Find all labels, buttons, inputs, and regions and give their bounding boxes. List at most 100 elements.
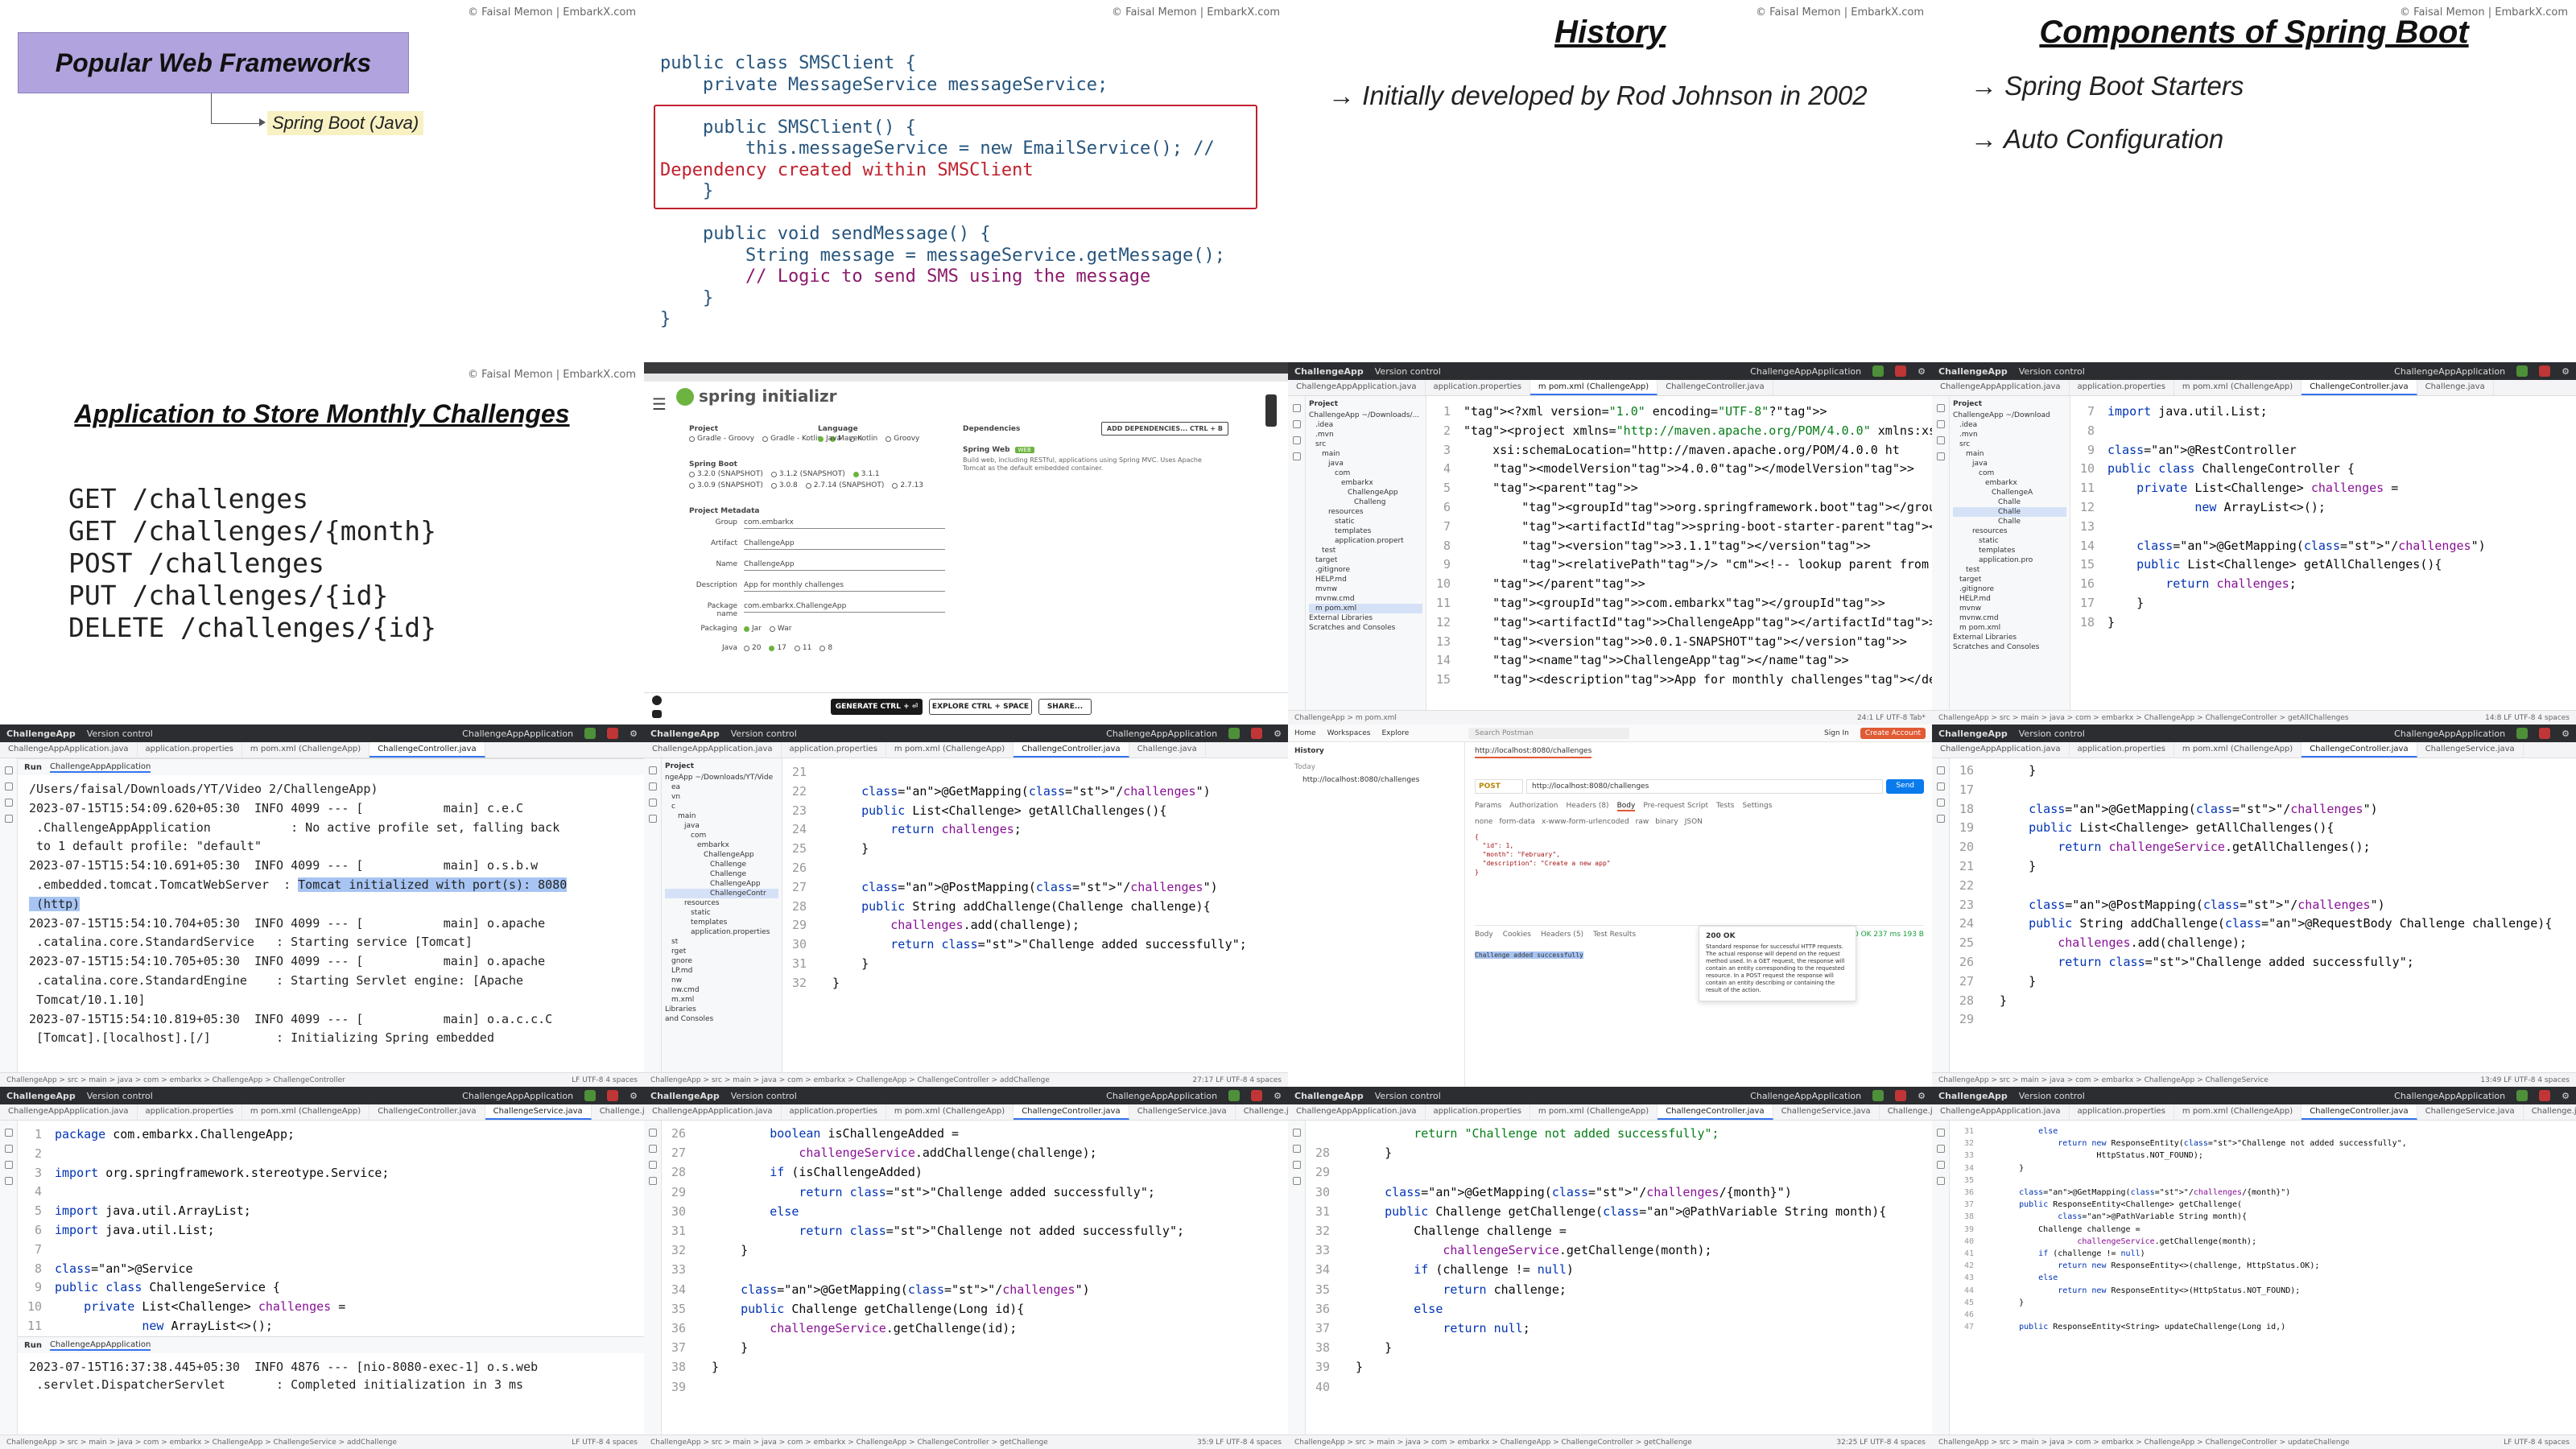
stop-icon[interactable] [1251, 728, 1263, 739]
editor-tab[interactable]: ChallengeController.java [1013, 1104, 1129, 1120]
editor-tab[interactable]: application.properties [782, 1104, 886, 1120]
editor-tab[interactable]: ChallengeAppApplication.java [644, 742, 782, 758]
run-tab[interactable]: ChallengeAppApplication [49, 1340, 151, 1351]
tree-node[interactable]: java [665, 821, 778, 831]
method-select[interactable]: POST [1475, 779, 1523, 794]
field-input[interactable]: ChallengeApp [744, 560, 945, 571]
run-config-select[interactable]: ChallengeAppApplication [1106, 1091, 1217, 1101]
tool-window-icon[interactable] [1292, 420, 1301, 428]
editor-tab[interactable]: m pom.xml (ChallengeApp) [1530, 1104, 1658, 1120]
radio-option[interactable]: 3.2.0 (SNAPSHOT) [689, 470, 763, 478]
tree-node[interactable]: ChallengeA [1953, 488, 2066, 497]
tree-node[interactable]: gnore [665, 956, 778, 966]
settings-icon[interactable]: ⚙ [630, 729, 638, 739]
tree-node[interactable]: m pom.xml [1953, 623, 2066, 633]
stop-icon[interactable] [1895, 365, 1907, 377]
editor-tab[interactable]: ChallengeAppApplication.java [1932, 742, 2070, 758]
tree-node[interactable]: .gitignore [1953, 584, 2066, 594]
tree-node[interactable]: Challeng [1309, 497, 1422, 507]
project-name[interactable]: ChallengeApp [1938, 729, 2008, 739]
search-input[interactable]: Search Postman [1468, 727, 1630, 739]
run-icon[interactable] [1228, 728, 1241, 739]
tree-node[interactable]: test [1309, 546, 1422, 555]
settings-icon[interactable]: ⚙ [1274, 729, 1282, 739]
editor-tab[interactable]: ChallengeService.java [1129, 1104, 1236, 1120]
editor-tab[interactable]: m pom.xml (ChallengeApp) [242, 1104, 370, 1120]
tree-node[interactable]: resources [665, 898, 778, 908]
project-name[interactable]: ChallengeApp [1294, 366, 1364, 377]
history-tab[interactable]: History [1294, 747, 1458, 755]
request-subtab[interactable]: Settings [1742, 802, 1772, 811]
code-editor[interactable]: 16 17 18 19 20 21 22 23 24 25 26 27 28 29 } class="an… [1950, 758, 2576, 1072]
editor-tab[interactable]: m pom.xml (ChallengeApp) [1530, 380, 1658, 395]
tree-node[interactable]: main [1309, 449, 1422, 459]
editor-tab[interactable]: ChallengeController.java [2301, 742, 2417, 758]
settings-icon[interactable]: ⚙ [630, 1091, 638, 1101]
response-tab[interactable]: Cookies [1503, 931, 1531, 939]
project-name[interactable]: ChallengeApp [650, 729, 720, 739]
run-icon[interactable] [2516, 365, 2529, 377]
tree-node[interactable]: static [1309, 517, 1422, 526]
tool-window-icon[interactable] [1292, 1145, 1301, 1153]
tool-window-icon[interactable] [1936, 782, 1945, 791]
stop-icon[interactable] [607, 1090, 619, 1101]
tool-window-icon[interactable] [1292, 1129, 1301, 1137]
editor-tab[interactable]: ChallengeAppApplication.java [0, 1104, 138, 1120]
response-tab[interactable]: Body [1475, 931, 1493, 939]
tool-window-icon[interactable] [1936, 815, 1945, 823]
tree-node[interactable]: ea [665, 782, 778, 792]
run-config-select[interactable]: ChallengeAppApplication [2394, 1091, 2505, 1101]
request-subtab[interactable]: Authorization [1509, 802, 1558, 811]
tree-node[interactable]: Challenge [665, 860, 778, 869]
version-control-menu[interactable]: Version control [2019, 1091, 2085, 1101]
editor-tab[interactable]: m pom.xml (ChallengeApp) [242, 742, 370, 758]
project-name[interactable]: ChallengeApp [1938, 366, 2008, 377]
field-input[interactable]: com.embarkx.ChallengeApp [744, 602, 945, 613]
tree-node[interactable]: ChallengeApp ~/Download [1953, 411, 2066, 420]
code-editor[interactable]: 26 27 28 29 30 31 32 33 34 35 36 37 38 39 boolean isC… [662, 1121, 1288, 1435]
tool-window-icon[interactable] [4, 1129, 13, 1137]
tree-node[interactable]: Challe [1953, 497, 2066, 507]
editor-tab[interactable]: Challenge.java [2524, 1104, 2576, 1120]
tree-node[interactable]: Challe [1953, 517, 2066, 526]
tree-node[interactable]: application.pro [1953, 555, 2066, 565]
tool-window-icon[interactable] [1936, 799, 1945, 807]
editor-tab[interactable]: Challenge.java [2417, 380, 2494, 395]
tree-node[interactable]: .idea [1953, 420, 2066, 430]
tool-window-icon[interactable] [4, 782, 13, 791]
radio-option[interactable]: 3.0.9 (SNAPSHOT) [689, 481, 763, 489]
tool-window-icon[interactable] [1292, 404, 1301, 412]
editor-tab[interactable]: application.properties [138, 1104, 242, 1120]
radio-option[interactable]: Gradle - Groovy [689, 435, 754, 443]
code-editor[interactable]: 1 2 3 4 5 6 7 8 9 10 11 12 13 14 15 "tag"><?xml version… [1426, 396, 1932, 710]
tree-node[interactable]: .idea [1309, 420, 1422, 430]
radio-option[interactable]: 17 [769, 644, 786, 652]
code-editor[interactable]: 7 8 9 10 11 12 13 14 15 16 17 18 import java.util.Li… [2070, 396, 2576, 710]
run-config-select[interactable]: ChallengeAppApplication [462, 1091, 573, 1101]
body-option[interactable]: none [1475, 818, 1492, 826]
create-account-button[interactable]: Create Account [1860, 727, 1926, 739]
editor-tab[interactable]: m pom.xml (ChallengeApp) [2174, 742, 2302, 758]
editor-tab[interactable]: ChallengeController.java [369, 742, 485, 758]
tree-node[interactable]: nw [665, 976, 778, 985]
editor-tab[interactable]: Challenge.java [1236, 1104, 1288, 1120]
version-control-menu[interactable]: Version control [731, 1091, 797, 1101]
tool-window-icon[interactable] [648, 766, 657, 774]
sign-in-link[interactable]: Sign In [1824, 729, 1849, 737]
editor-tab[interactable]: application.properties [2070, 1104, 2174, 1120]
tool-window-icon[interactable] [648, 815, 657, 823]
twitter-icon[interactable] [652, 710, 662, 718]
request-subtab[interactable]: Headers (8) [1567, 802, 1609, 811]
radio-option[interactable]: Jar [744, 625, 762, 633]
run-icon[interactable] [1872, 1090, 1885, 1101]
generate-button[interactable]: GENERATE CTRL + ⏎ [831, 699, 923, 715]
tree-node[interactable]: src [1953, 440, 2066, 449]
tool-window-icon[interactable] [4, 1161, 13, 1169]
project-name[interactable]: ChallengeApp [6, 1091, 76, 1101]
editor-tab[interactable]: ChallengeService.java [485, 1104, 592, 1120]
code-editor[interactable]: 21 22 23 24 25 26 27 28 29 30 31 32 class="an">@Get… [782, 758, 1288, 1072]
tree-node[interactable]: ngeApp ~/Downloads/YT/Vide [665, 773, 778, 782]
tree-node[interactable]: main [1953, 449, 2066, 459]
body-option[interactable]: JSON [1685, 818, 1703, 826]
github-icon[interactable] [652, 696, 662, 705]
